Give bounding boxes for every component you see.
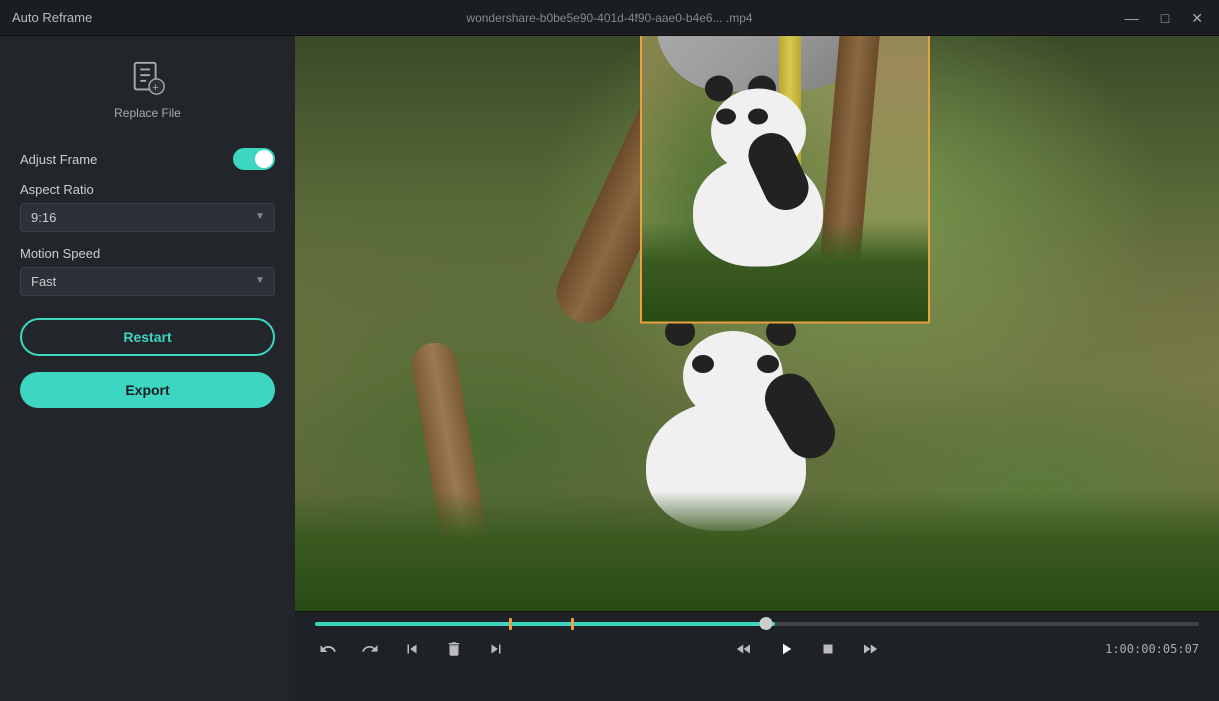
stop-button[interactable]	[815, 636, 841, 662]
timeline-progress	[315, 622, 775, 626]
reframe-overlay[interactable]	[640, 36, 930, 324]
timeline[interactable]	[295, 612, 1219, 630]
svg-text:+: +	[152, 82, 159, 94]
sidebar: + Replace File Adjust Frame Aspect Ratio…	[0, 36, 295, 701]
replace-file-icon: +	[126, 56, 170, 100]
app-title: Auto Reframe	[12, 10, 92, 25]
step-forward-button[interactable]	[857, 636, 883, 662]
undo-button[interactable]	[315, 636, 341, 662]
window-controls: — □ ✕	[1121, 9, 1207, 27]
minimize-button[interactable]: —	[1121, 9, 1143, 27]
playback-controls: 1:00:00:05:07	[295, 630, 1219, 668]
adjust-frame-toggle[interactable]	[233, 148, 275, 170]
toggle-knob	[255, 150, 273, 168]
maximize-button[interactable]: □	[1157, 9, 1173, 27]
delete-button[interactable]	[441, 636, 467, 662]
adjust-frame-label: Adjust Frame	[20, 152, 97, 167]
motion-speed-select[interactable]: Slow Normal Fast	[20, 267, 275, 296]
video-canvas	[295, 36, 1219, 611]
portrait-panda-eye-r	[748, 109, 768, 125]
main-layout: + Replace File Adjust Frame Aspect Ratio…	[0, 36, 1219, 701]
close-button[interactable]: ✕	[1187, 9, 1207, 27]
portrait-preview	[642, 36, 928, 322]
control-bar: 1:00:00:05:07	[295, 611, 1219, 701]
aspect-ratio-wrapper: Aspect Ratio 9:16 16:9 1:1 4:5 4:3 ▼	[20, 182, 275, 232]
skip-prev-button[interactable]	[399, 636, 425, 662]
filename-label: wondershare-b0be5e90-401d-4f90-aae0-b4e6…	[466, 11, 752, 25]
motion-speed-label: Motion Speed	[20, 246, 275, 261]
panda-eye-right	[757, 355, 779, 373]
time-display: 1:00:00:05:07	[1105, 642, 1199, 656]
skip-next-button[interactable]	[483, 636, 509, 662]
timeline-thumb[interactable]	[759, 617, 772, 630]
replace-file-button[interactable]: + Replace File	[20, 56, 275, 120]
video-area: 1:00:00:05:07	[295, 36, 1219, 701]
replace-file-label: Replace File	[114, 106, 181, 120]
motion-speed-wrapper: Motion Speed Slow Normal Fast ▼	[20, 246, 275, 296]
aspect-ratio-select[interactable]: 9:16 16:9 1:1 4:5 4:3	[20, 203, 275, 232]
aspect-ratio-label: Aspect Ratio	[20, 182, 275, 197]
step-back-button[interactable]	[731, 636, 757, 662]
restart-button[interactable]: Restart	[20, 318, 275, 356]
video-foliage	[295, 491, 1219, 611]
adjust-frame-row: Adjust Frame	[20, 148, 275, 170]
export-button[interactable]: Export	[20, 372, 275, 408]
title-bar: Auto Reframe wondershare-b0be5e90-401d-4…	[0, 0, 1219, 36]
play-button[interactable]	[773, 636, 799, 662]
timeline-marker-2	[571, 618, 574, 630]
redo-button[interactable]	[357, 636, 383, 662]
timeline-track[interactable]	[315, 622, 1199, 626]
